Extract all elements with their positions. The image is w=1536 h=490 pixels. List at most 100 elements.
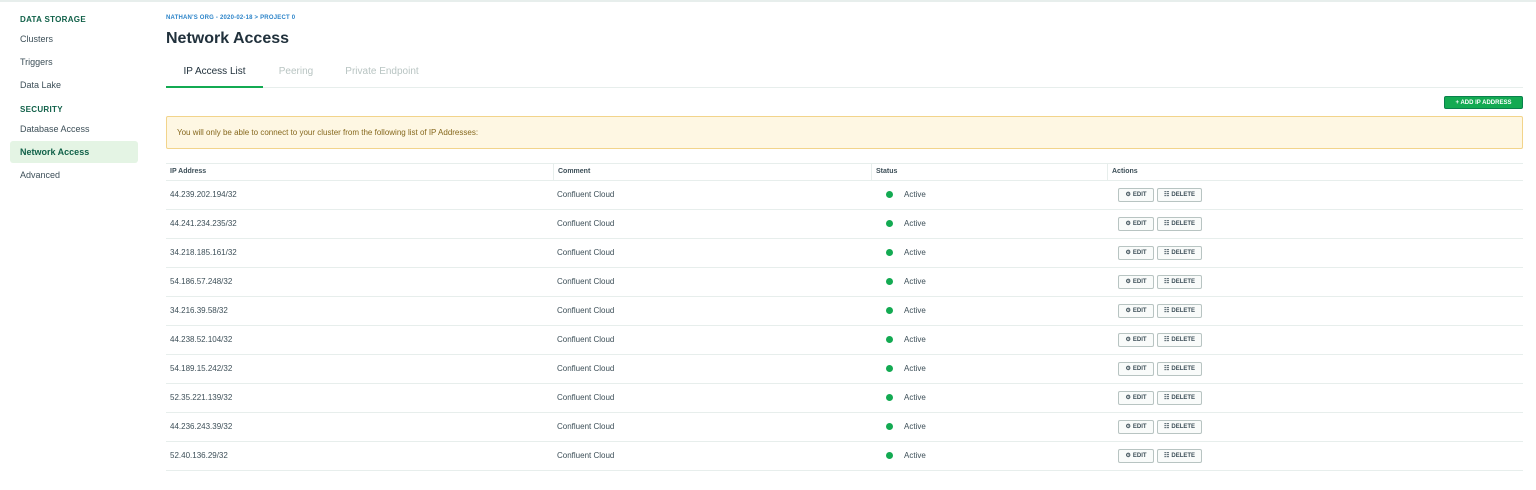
- status-cell: Active: [871, 413, 1107, 441]
- column-header-ip-address: IP Address: [170, 168, 207, 175]
- gear-icon: ⚙: [1125, 424, 1131, 430]
- delete-label: DELETE: [1171, 337, 1196, 343]
- ip-address-cell: 52.40.136.29/32: [170, 451, 228, 460]
- table-row: 44.238.52.104/32 Confluent Cloud Active …: [166, 326, 1523, 355]
- delete-label: DELETE: [1171, 395, 1196, 401]
- trash-icon: ☷: [1163, 279, 1170, 285]
- top-border: [0, 0, 1536, 2]
- edit-label: EDIT: [1132, 250, 1147, 256]
- delete-button[interactable]: ☷ DELETE: [1157, 449, 1202, 463]
- status-cell: Active: [871, 442, 1107, 470]
- trash-icon: ☷: [1163, 308, 1170, 314]
- tab-ip-access-list[interactable]: IP Access List: [166, 66, 263, 88]
- delete-label: DELETE: [1171, 221, 1196, 227]
- edit-button[interactable]: ⚙ EDIT: [1118, 304, 1154, 318]
- sidebar-section-security: SECURITY: [20, 105, 63, 114]
- gear-icon: ⚙: [1125, 395, 1131, 401]
- table-body: 44.239.202.194/32 Confluent Cloud Active…: [166, 181, 1523, 471]
- sidebar-item-network-access[interactable]: Network Access: [10, 141, 138, 163]
- ip-address-cell: 54.189.15.242/32: [170, 364, 233, 373]
- edit-button[interactable]: ⚙ EDIT: [1118, 188, 1154, 202]
- delete-button[interactable]: ☷ DELETE: [1157, 420, 1202, 434]
- status-text: Active: [904, 306, 926, 315]
- delete-label: DELETE: [1171, 279, 1196, 285]
- sidebar-item-database-access[interactable]: Database Access: [10, 118, 138, 140]
- delete-button[interactable]: ☷ DELETE: [1157, 217, 1202, 231]
- comment-cell: Confluent Cloud: [557, 219, 615, 228]
- status-dot-icon: [886, 248, 893, 256]
- comment-cell: Confluent Cloud: [557, 277, 615, 286]
- ip-address-cell: 44.241.234.235/32: [170, 219, 237, 228]
- delete-button[interactable]: ☷ DELETE: [1157, 188, 1202, 202]
- edit-button[interactable]: ⚙ EDIT: [1118, 362, 1154, 376]
- status-text: Active: [904, 248, 926, 257]
- trash-icon: ☷: [1163, 192, 1170, 198]
- delete-button[interactable]: ☷ DELETE: [1157, 333, 1202, 347]
- status-dot-icon: [886, 277, 893, 285]
- edit-button[interactable]: ⚙ EDIT: [1118, 217, 1154, 231]
- tab-peering[interactable]: Peering: [274, 66, 318, 86]
- edit-button[interactable]: ⚙ EDIT: [1118, 333, 1154, 347]
- trash-icon: ☷: [1163, 424, 1170, 430]
- edit-label: EDIT: [1132, 337, 1147, 343]
- edit-label: EDIT: [1132, 308, 1147, 314]
- delete-button[interactable]: ☷ DELETE: [1157, 391, 1202, 405]
- sidebar: DATA STORAGE Clusters Triggers Data Lake…: [0, 0, 150, 490]
- sidebar-item-data-lake[interactable]: Data Lake: [10, 74, 138, 96]
- delete-label: DELETE: [1171, 453, 1196, 459]
- status-text: Active: [904, 335, 926, 344]
- edit-label: EDIT: [1132, 221, 1147, 227]
- comment-cell: Confluent Cloud: [557, 422, 615, 431]
- delete-button[interactable]: ☷ DELETE: [1157, 304, 1202, 318]
- table-row: 44.236.243.39/32 Confluent Cloud Active …: [166, 413, 1523, 442]
- ip-address-cell: 52.35.221.139/32: [170, 393, 233, 402]
- status-text: Active: [904, 277, 926, 286]
- comment-cell: Confluent Cloud: [557, 248, 615, 257]
- edit-label: EDIT: [1132, 395, 1147, 401]
- tab-bar: IP Access List Peering Private Endpoint: [166, 66, 1523, 88]
- ip-address-cell: 54.186.57.248/32: [170, 277, 233, 286]
- trash-icon: ☷: [1163, 337, 1170, 343]
- column-header-actions: Actions: [1107, 164, 1523, 180]
- status-text: Active: [904, 190, 926, 199]
- status-cell: Active: [871, 181, 1107, 209]
- comment-cell: Confluent Cloud: [557, 306, 615, 315]
- add-ip-address-button[interactable]: + ADD IP ADDRESS: [1444, 96, 1523, 109]
- tab-private-endpoint[interactable]: Private Endpoint: [340, 66, 424, 86]
- gear-icon: ⚙: [1125, 192, 1131, 198]
- ip-address-cell: 44.236.243.39/32: [170, 422, 233, 431]
- edit-button[interactable]: ⚙ EDIT: [1118, 246, 1154, 260]
- comment-cell: Confluent Cloud: [557, 335, 615, 344]
- table-header: IP Address Comment Status Actions: [166, 163, 1523, 181]
- status-cell: Active: [871, 239, 1107, 267]
- table-row: 34.218.185.161/32 Confluent Cloud Active…: [166, 239, 1523, 268]
- ip-address-cell: 44.239.202.194/32: [170, 190, 237, 199]
- breadcrumb[interactable]: NATHAN'S ORG - 2020-02-18 > PROJECT 0: [166, 15, 295, 21]
- gear-icon: ⚙: [1125, 337, 1131, 343]
- edit-label: EDIT: [1132, 453, 1147, 459]
- status-cell: Active: [871, 355, 1107, 383]
- sidebar-item-clusters[interactable]: Clusters: [10, 28, 138, 50]
- ip-address-cell: 34.216.39.58/32: [170, 306, 228, 315]
- sidebar-item-triggers[interactable]: Triggers: [10, 51, 138, 73]
- comment-cell: Confluent Cloud: [557, 393, 615, 402]
- status-dot-icon: [886, 219, 893, 227]
- table-row: 52.35.221.139/32 Confluent Cloud Active …: [166, 384, 1523, 413]
- delete-button[interactable]: ☷ DELETE: [1157, 275, 1202, 289]
- status-dot-icon: [886, 364, 893, 372]
- edit-button[interactable]: ⚙ EDIT: [1118, 449, 1154, 463]
- gear-icon: ⚙: [1125, 221, 1131, 227]
- status-dot-icon: [886, 335, 893, 343]
- ip-access-table: IP Address Comment Status Actions 44.239…: [166, 163, 1523, 471]
- edit-button[interactable]: ⚙ EDIT: [1118, 275, 1154, 289]
- edit-label: EDIT: [1132, 424, 1147, 430]
- status-dot-icon: [886, 306, 893, 314]
- trash-icon: ☷: [1163, 221, 1170, 227]
- edit-label: EDIT: [1132, 279, 1147, 285]
- delete-button[interactable]: ☷ DELETE: [1157, 362, 1202, 376]
- edit-button[interactable]: ⚙ EDIT: [1118, 391, 1154, 405]
- delete-button[interactable]: ☷ DELETE: [1157, 246, 1202, 260]
- edit-button[interactable]: ⚙ EDIT: [1118, 420, 1154, 434]
- trash-icon: ☷: [1163, 250, 1170, 256]
- sidebar-item-advanced[interactable]: Advanced: [10, 164, 138, 186]
